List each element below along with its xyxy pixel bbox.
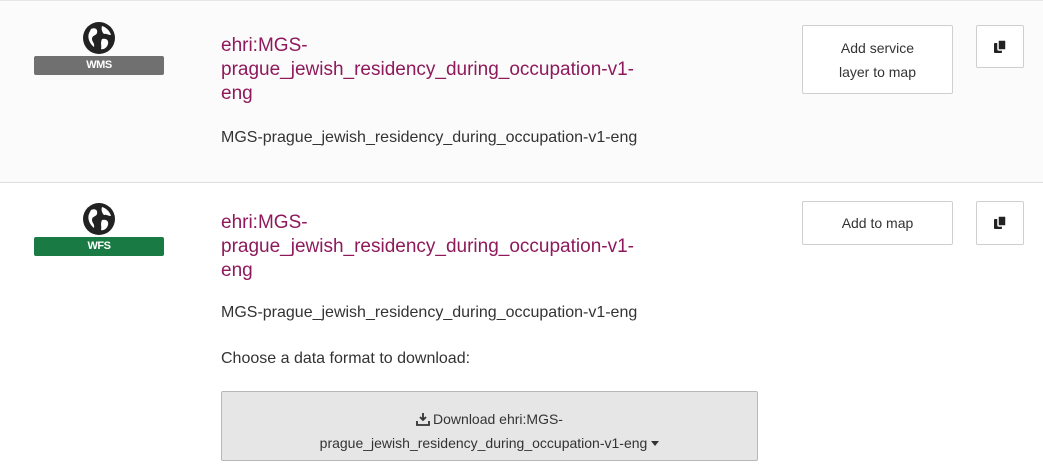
- download-icon: [416, 412, 430, 426]
- service-thumbnail: WFS: [34, 202, 164, 256]
- result-row-wfs: WFS ehri:MGS- prague_jewish_residency_du…: [0, 184, 1043, 476]
- choose-format-label: Choose a data format to download:: [221, 350, 471, 367]
- download-label-line: Download ehri:MGS-: [433, 410, 563, 427]
- copy-button[interactable]: [976, 201, 1024, 245]
- title-line: prague_jewish_residency_during_occupatio…: [221, 236, 634, 257]
- layer-title-link[interactable]: ehri:MGS- prague_jewish_residency_during…: [221, 34, 751, 106]
- copy-icon: [994, 215, 1007, 229]
- title-line: ehri:MGS-: [221, 212, 308, 233]
- download-label-line: prague_jewish_residency_during_occupatio…: [319, 434, 648, 451]
- layer-title-link[interactable]: ehri:MGS- prague_jewish_residency_during…: [221, 211, 751, 283]
- layer-description: MGS-prague_jewish_residency_during_occup…: [221, 304, 638, 321]
- title-line: eng: [221, 260, 253, 281]
- button-line: layer to map: [838, 63, 917, 80]
- title-line: eng: [221, 83, 253, 104]
- caret-down-icon: [651, 441, 660, 447]
- add-to-map-button[interactable]: Add to map: [802, 201, 953, 245]
- copy-icon: [994, 38, 1007, 53]
- result-row-wms: WMS ehri:MGS- prague_jewish_residency_du…: [0, 0, 1043, 183]
- search-results: WMS ehri:MGS- prague_jewish_residency_du…: [0, 0, 1043, 476]
- title-line: ehri:MGS-: [221, 35, 308, 56]
- globe-icon: [83, 203, 115, 235]
- title-line: prague_jewish_residency_during_occupatio…: [221, 59, 634, 80]
- download-dropdown-button[interactable]: Download ehri:MGS- prague_jewish_residen…: [221, 391, 758, 461]
- service-type-badge: WFS: [34, 237, 164, 256]
- button-line: Add service: [840, 39, 915, 56]
- service-type-badge: WMS: [34, 56, 164, 75]
- globe-icon: [83, 22, 115, 54]
- layer-description: MGS-prague_jewish_residency_during_occup…: [221, 129, 638, 146]
- copy-button[interactable]: [976, 25, 1024, 68]
- add-service-layer-button[interactable]: Add service layer to map: [802, 25, 953, 94]
- service-thumbnail: WMS: [34, 21, 164, 75]
